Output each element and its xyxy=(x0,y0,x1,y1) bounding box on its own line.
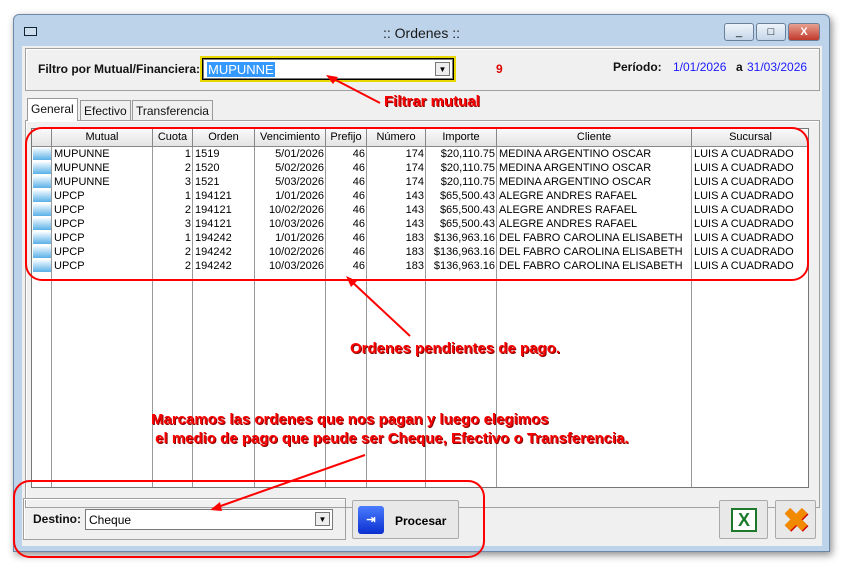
tab-general[interactable]: General xyxy=(27,98,78,121)
annotation-overlay xyxy=(13,75,809,558)
annotation-bottom-highlight xyxy=(13,480,485,558)
annotation-line1: Marcamos las ordenes que nos pagan y lue… xyxy=(151,411,549,428)
annotation-grid-highlight xyxy=(25,127,809,281)
annotation-line2: el medio de pago que peude ser Cheque, E… xyxy=(151,430,629,447)
annotation-arrow-filter xyxy=(329,76,381,104)
annotation-pendientes: Ordenes pendientes de pago. xyxy=(350,340,561,357)
annotation-arrow-grid xyxy=(349,279,411,337)
annotation-filtrar: Filtrar mutual xyxy=(384,93,480,110)
